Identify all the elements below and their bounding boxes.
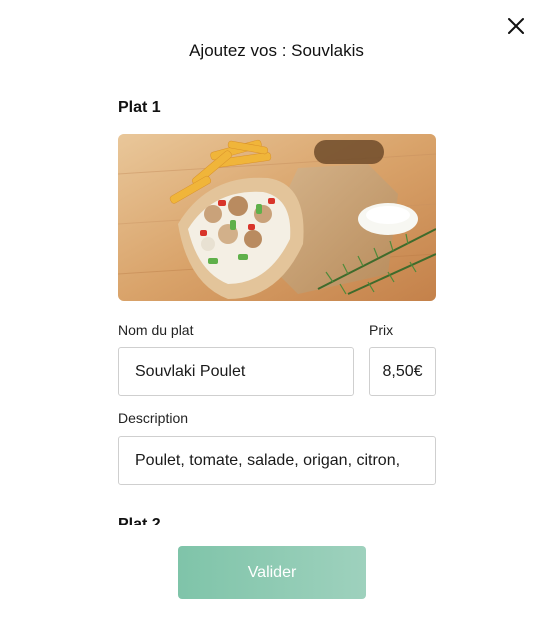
modal-footer: Valider <box>0 525 553 617</box>
modal-title: Ajoutez vos : Souvlakis <box>189 41 364 60</box>
dishes-scroll-area[interactable]: Plat 1 Nom du plat Prix Souvlaki Poulet … <box>0 90 553 525</box>
dish-name-input[interactable]: Souvlaki Poulet <box>118 347 354 396</box>
add-dishes-modal: Ajoutez vos : Souvlakis Plat 1 Nom du pl… <box>0 0 553 617</box>
dish-price-label: Prix <box>369 322 394 338</box>
dish-section-title: Plat 1 <box>118 99 161 116</box>
validate-button[interactable]: Valider <box>178 546 366 599</box>
dish-name-label: Nom du plat <box>118 322 194 338</box>
dish-description-input[interactable]: Poulet, tomate, salade, origan, citron, <box>118 436 436 485</box>
dish-price-input[interactable]: 8,50€ <box>369 347 436 396</box>
dish-section-title: Plat 2 <box>118 516 161 525</box>
close-button[interactable] <box>504 14 528 38</box>
close-icon <box>508 18 524 34</box>
dish-description-label: Description <box>118 410 189 426</box>
dish-photo <box>118 134 436 301</box>
